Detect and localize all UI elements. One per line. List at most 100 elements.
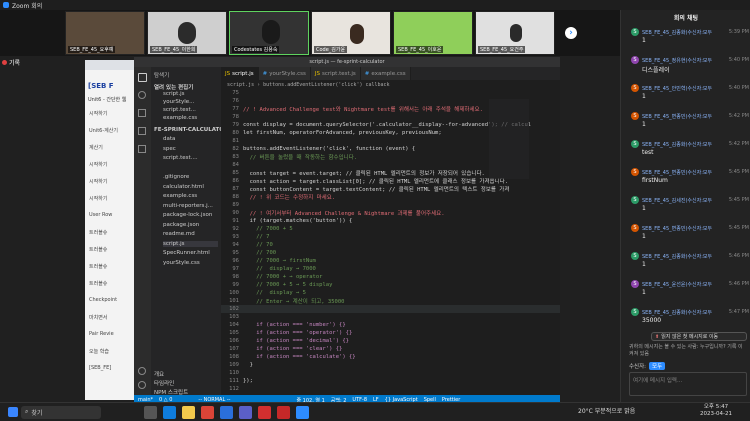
teams-icon[interactable] [239,405,252,419]
participant-name: SEB_FE_45_요후예 [68,46,116,53]
tab-yourstyle-css[interactable]: # yourStyle.css [258,67,311,80]
project-header[interactable]: FE-SPRINT-CALCULATOR [154,127,228,133]
file-tree-item[interactable]: multi-reporters.j... [163,203,213,209]
open-editor-item[interactable]: example.css [163,115,197,121]
recipient-select[interactable]: 모두 [649,362,666,370]
file-explorer-icon[interactable] [182,405,195,419]
chat-input[interactable]: 여기에 메시지 입력... [629,372,747,396]
message-time: 5:42 PM [728,113,749,119]
browser-nav-item[interactable]: 트러블슈 [89,263,107,270]
browser-nav-item[interactable]: 계산기 [89,144,103,151]
chat-notice: 귀하의 메시지는 볼 수 있는 사람: 누구입니까? 기록 이 켜져 있음 [629,344,743,357]
file-tree-item[interactable]: package.json [163,222,199,228]
browser-nav-item[interactable]: 시작하기 [89,178,107,185]
chat-message: S SEB_FE_45_안민혁(수신자:모두 5:40 PM 1 [631,84,749,100]
browser-nav-item[interactable]: Unit6-계산기 [89,127,118,134]
taskbar-search[interactable]: ⌕ 찾기 [21,405,101,419]
code-line: 108 if (action === 'calculate') {} [221,353,560,361]
avatar: S [631,224,639,232]
browser-nav-item[interactable]: 트러블슈 [89,229,107,236]
tab-script-test-js[interactable]: JS script.test.js [310,67,361,80]
browser-nav-item[interactable]: Checkpoint [89,297,117,303]
line-number: 86 [232,178,239,184]
code-line: 92 // 7000 + 5 [221,225,560,233]
browser-tabbar [85,60,140,70]
file-tree-item[interactable]: yourStyle.css [163,260,200,266]
tab-script-js[interactable]: JS script.js [221,67,259,80]
participant-tile-5[interactable]: SEB_FE_45_이호윤 [393,11,473,55]
browser-nav-item[interactable]: 마치면서 [89,314,107,321]
message-header: S SEB_FE_45_변종민(수신자:모두 5:45 PM [631,168,749,176]
line-number: 98 [232,274,239,280]
browser-nav-item[interactable]: User Row [89,212,112,218]
chrome-icon[interactable] [201,405,214,419]
extensions-icon[interactable] [138,145,146,153]
app-icon[interactable] [258,405,271,419]
explorer-icon[interactable] [138,73,147,82]
participant-tile-3[interactable]: Codestates 김용숙 [229,11,309,55]
line-text: // 7000 + → operator [243,274,323,280]
open-editor-item[interactable]: script.test... [163,107,196,113]
participant-tile-4[interactable]: Code_김가윤 [311,11,391,55]
participant-tile-6[interactable]: SEB_FE_45_요건주 [475,11,555,55]
browser-nav-item[interactable]: 오늘 학습 [89,348,109,355]
line-text: // ! 위 코드는 수정하지 마세요. [243,195,336,201]
chat-message: S SEB_FE_45_김종화(수신자:모두 5:46 PM 1 [631,252,749,268]
browser-nav-item[interactable]: Pair Revie [89,331,114,337]
clock[interactable]: 오후 5:47 2023-04-21 [700,404,732,418]
edge-icon[interactable] [163,405,176,419]
file-tree-item[interactable]: package-lock.json [163,212,212,218]
file-tree-item[interactable]: spec [163,146,176,152]
message-header: S SEB_FE_45_김종화(수신자:모두 5:39 PM [631,28,749,36]
file-tree-item[interactable]: script.js [163,240,218,247]
message-header: S SEB_FE_45_정유현(수신자:모두 5:40 PM [631,56,749,64]
task-view-icon[interactable] [144,405,157,419]
file-tree-item[interactable]: readme.md [163,231,195,237]
search-icon: ⌕ [25,408,29,415]
vscode-icon[interactable] [220,405,233,419]
browser-nav-item[interactable]: [SEB_FE] [89,365,111,371]
file-tree-item[interactable]: script.test.... [163,155,198,161]
search-icon[interactable] [138,91,146,99]
line-text: const display = document.querySelector('… [243,122,532,128]
file-tree-item[interactable]: data [163,136,175,142]
timeline-section[interactable]: 타임라인 [154,379,174,387]
open-editors-header[interactable]: 열려 있는 편집기 [154,83,193,91]
run-debug-icon[interactable] [138,127,146,135]
browser-nav-item[interactable]: 시작하기 [89,195,107,202]
browser-nav-item[interactable]: 트러블슈 [89,246,107,253]
outline-section[interactable]: 개요 [154,370,164,378]
code-line: 95 // 700 [221,249,560,257]
account-icon[interactable] [138,367,146,375]
browser-nav-item[interactable]: 시작하기 [89,161,107,168]
browser-nav-item[interactable]: 시작하기 [89,110,107,117]
file-tree-item[interactable]: calculator.html [163,184,204,190]
file-tree-item[interactable]: .gitignore [163,174,189,180]
weather[interactable]: 20°C 부분적으로 맑음 [578,406,635,415]
file-tree-item[interactable]: example.css [163,193,197,199]
source-control-icon[interactable] [138,109,146,117]
gear-icon[interactable] [138,381,146,389]
file-tree-item[interactable]: SpecRunner.html [163,250,210,256]
zoom-icon[interactable] [296,405,309,419]
js-file-icon: JS [225,70,231,77]
avatar: S [631,252,639,260]
open-editor-item[interactable]: script.js [163,91,184,97]
next-participants-arrow-icon[interactable]: › [565,27,577,39]
app-icon[interactable] [277,405,290,419]
line-number: 87 [232,186,239,192]
line-text: } [243,362,253,368]
jump-to-unread-button[interactable]: ⬆ 읽지 않은 첫 메시지로 이동 [651,332,747,341]
browser-nav-item[interactable]: 트러블슈 [89,280,107,287]
line-text: // 버튼을 눌렀을 때 작동하는 함수입니다. [243,155,358,161]
windows-start-icon[interactable] [8,407,18,417]
minimap[interactable] [489,99,529,179]
participant-tile-1[interactable]: SEB_FE_45_요후예 [65,11,145,55]
participant-tile-2[interactable]: SEB_FE_45_이한희 [147,11,227,55]
line-text: const action = target.classList[0]; // 클… [243,179,509,185]
breadcrumb[interactable]: script.js › buttons.addEventListener('cl… [221,80,560,89]
open-editor-item[interactable]: yourStyle... [163,99,194,105]
tab-example-css[interactable]: # example.css [360,67,411,80]
message-time: 5:40 PM [728,85,749,91]
video-strip: SEB_FE_45_요후예 SEB_FE_45_이한희 Codestates 김… [0,10,620,56]
